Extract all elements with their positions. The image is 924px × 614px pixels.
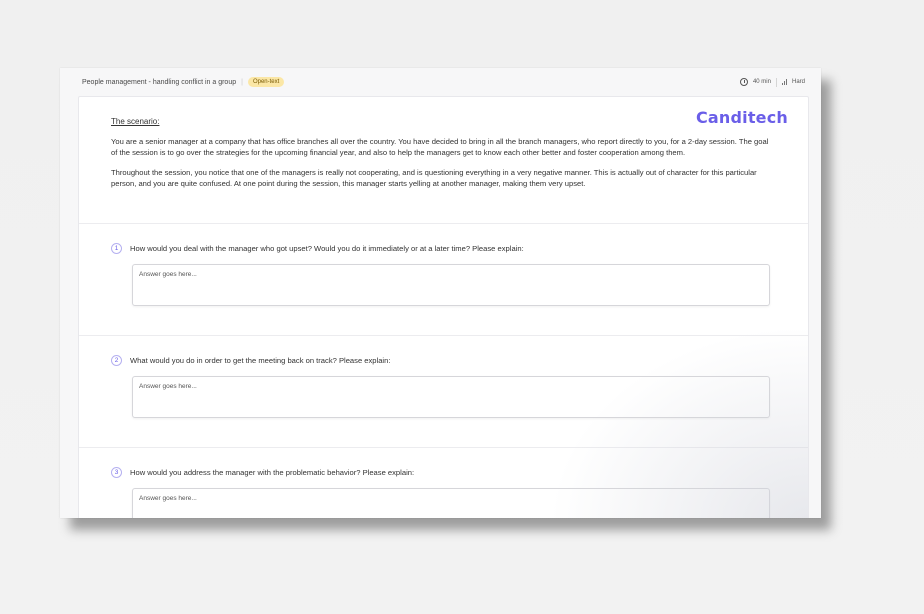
- scenario-paragraph: You are a senior manager at a company th…: [111, 137, 769, 157]
- assessment-meta: 40 min Hard: [739, 77, 805, 87]
- scenario-section: The scenario: You are a senior manager a…: [111, 117, 776, 199]
- backdrop: People management - handling conflict in…: [0, 0, 924, 614]
- question-2: 2 What would you do in order to get the …: [111, 355, 779, 418]
- section-divider: [79, 223, 808, 224]
- question-header: 2 What would you do in order to get the …: [111, 355, 779, 366]
- section-divider: [79, 335, 808, 336]
- question-number: 1: [111, 243, 122, 254]
- question-card: Canditech The scenario: You are a senior…: [78, 96, 809, 518]
- scenario-heading: The scenario:: [111, 117, 160, 126]
- title-separator: |: [241, 78, 243, 86]
- signal-bars-icon: [781, 79, 787, 85]
- question-number: 3: [111, 467, 122, 478]
- clock-icon: [739, 78, 748, 86]
- answer-field-1[interactable]: [132, 264, 770, 306]
- question-1: 1 How would you deal with the manager wh…: [111, 243, 779, 306]
- answer-field-2[interactable]: [132, 376, 770, 418]
- assessment-title: People management - handling conflict in…: [82, 78, 237, 86]
- difficulty-label: Hard: [791, 79, 805, 85]
- top-bar: People management - handling conflict in…: [60, 68, 821, 96]
- question-header: 3 How would you address the manager with…: [111, 467, 779, 478]
- question-text: How would you address the manager with t…: [130, 468, 415, 477]
- question-type-badge: Open-text: [247, 77, 285, 87]
- scenario-paragraph: Throughout the session, you notice that …: [111, 168, 757, 188]
- assessment-window: People management - handling conflict in…: [60, 68, 821, 518]
- section-divider: [79, 447, 808, 448]
- answer-field-3[interactable]: [132, 488, 770, 518]
- question-text: How would you deal with the manager who …: [130, 244, 524, 253]
- question-text: What would you do in order to get the me…: [130, 356, 391, 365]
- question-header: 1 How would you deal with the manager wh…: [111, 243, 779, 254]
- question-number: 2: [111, 355, 122, 366]
- meta-divider: [775, 77, 777, 87]
- duration-label: 40 min: [752, 79, 771, 85]
- question-3: 3 How would you address the manager with…: [111, 467, 779, 518]
